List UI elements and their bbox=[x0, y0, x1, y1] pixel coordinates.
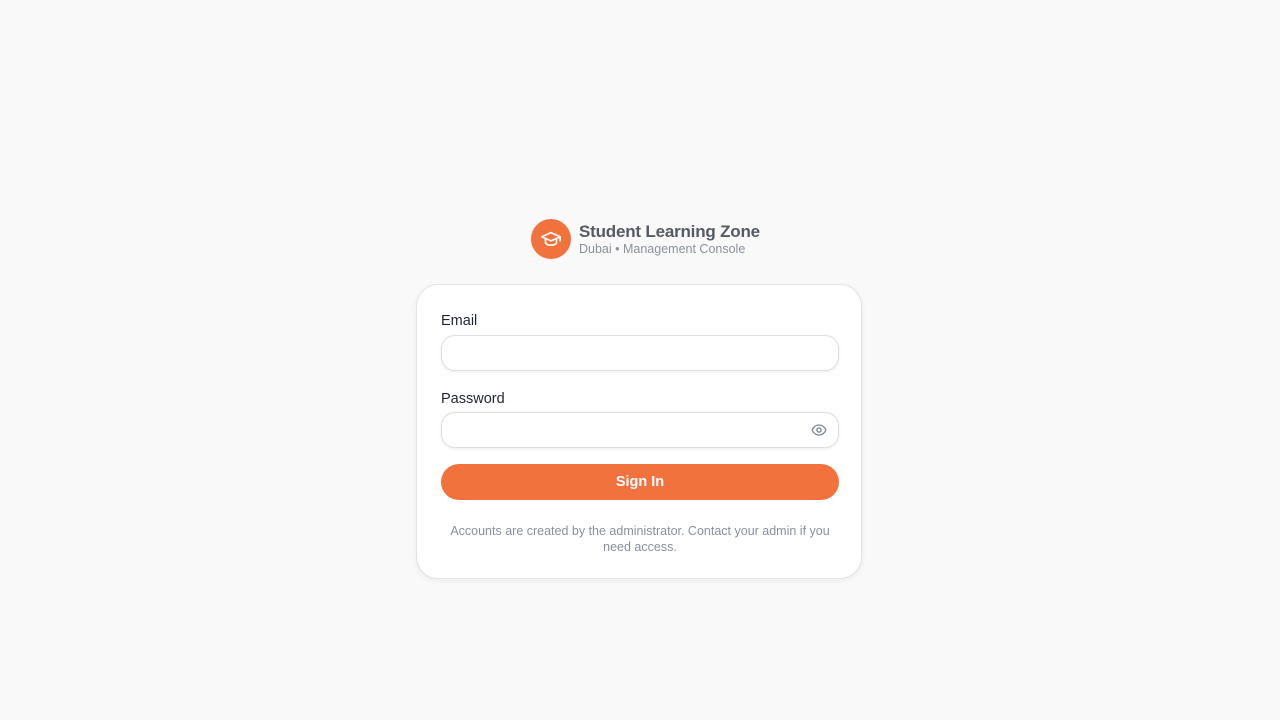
password-field[interactable] bbox=[442, 413, 804, 447]
password-label: Password bbox=[441, 391, 505, 407]
app-title: Student Learning Zone bbox=[579, 221, 760, 241]
email-field-wrapper bbox=[441, 335, 839, 371]
login-card: Email Password Sign In Accounts are crea… bbox=[416, 284, 862, 579]
brand-text: Student Learning Zone Dubai • Management… bbox=[579, 223, 760, 256]
help-text: Accounts are created by the administrato… bbox=[450, 524, 830, 554]
email-label: Email bbox=[441, 313, 478, 329]
graduation-cap-icon bbox=[531, 219, 571, 259]
email-field[interactable] bbox=[442, 336, 838, 370]
eye-icon[interactable] bbox=[804, 415, 834, 445]
password-field-wrapper bbox=[441, 412, 839, 448]
login-page: Student Learning Zone Dubai • Management… bbox=[0, 0, 1280, 720]
sign-in-button[interactable]: Sign In bbox=[441, 464, 839, 500]
brand-header: Student Learning Zone Dubai • Management… bbox=[531, 219, 760, 259]
app-subtitle: Dubai • Management Console bbox=[579, 241, 746, 256]
